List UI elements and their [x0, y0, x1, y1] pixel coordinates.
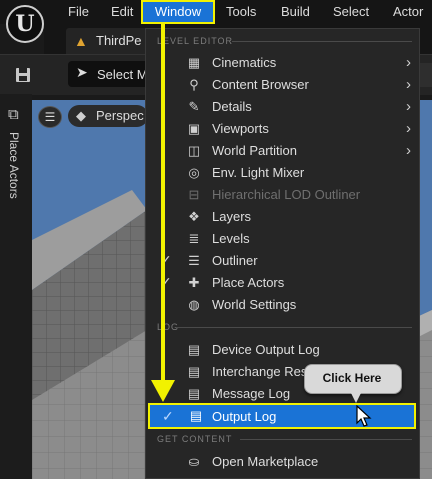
separator [176, 327, 412, 328]
chevron-right-icon: › [406, 120, 411, 137]
cinematics-icon: ▦ [187, 55, 201, 70]
menu-tools[interactable]: Tools [226, 3, 256, 21]
save-icon[interactable] [10, 63, 36, 87]
viewport-menu-icon[interactable]: ☰ [38, 106, 62, 128]
menu-item-label: Levels [212, 231, 250, 246]
menu-item-viewports[interactable]: ▣ Viewports › [146, 118, 419, 140]
layers-icon: ❖ [188, 209, 200, 224]
menu-actor[interactable]: Actor [393, 3, 423, 21]
menu-file[interactable]: File [68, 3, 89, 21]
menu-item-label: Outliner [212, 253, 258, 268]
select-mode-label: Select M [97, 67, 148, 82]
menu-item-label: Open Marketplace [212, 454, 319, 469]
annotation-arrow-line [161, 24, 165, 384]
world-partition-icon: ◫ [187, 143, 201, 158]
cube-icon: ◆ [76, 108, 86, 123]
menu-build[interactable]: Build [281, 3, 310, 21]
message-log-icon: ▤ [187, 386, 201, 401]
menu-item-label: Viewports [212, 121, 269, 136]
menu-item-world-partition[interactable]: ◫ World Partition › [146, 140, 419, 162]
menu-item-cinematics[interactable]: ▦ Cinematics › [146, 52, 419, 74]
menu-item-output-log[interactable]: ✓ ▤ Output Log [148, 403, 416, 429]
cursor-icon: ➤ [76, 64, 88, 80]
device-output-log-icon: ▤ [187, 342, 201, 357]
place-actors-tab-label: Place Actors [7, 132, 21, 199]
details-icon: ✎ [188, 99, 200, 114]
menu-window[interactable]: Window [141, 0, 215, 24]
menu-item-label: Place Actors [212, 275, 285, 290]
outliner-icon: ☰ [188, 253, 200, 268]
menu-item-label: Output Log [212, 409, 277, 424]
callout-label: Click Here [322, 371, 382, 385]
menu-item-outliner[interactable]: ✓ ☰ Outliner [146, 250, 419, 272]
separator [232, 41, 412, 42]
menu-item-device-output-log[interactable]: ▤ Device Output Log [146, 339, 419, 361]
menu-item-place-actors[interactable]: ✓ ✚ Place Actors [146, 272, 419, 294]
annotation-arrow-head [151, 380, 175, 402]
checkmark-icon: ✓ [162, 408, 174, 424]
menu-item-label: Layers [212, 209, 252, 224]
interchange-icon: ▤ [187, 364, 201, 379]
place-actors-icon: ✚ [188, 275, 200, 290]
levels-icon: ≣ [188, 231, 200, 246]
mouse-cursor-icon [356, 405, 372, 427]
marketplace-icon: ⛀ [188, 454, 200, 469]
separator [240, 439, 412, 440]
menu-select[interactable]: Select [333, 3, 369, 21]
menu-item-env-light-mixer[interactable]: ◎ Env. Light Mixer [146, 162, 419, 184]
menu-item-levels[interactable]: ≣ Levels [146, 228, 419, 250]
menu-edit[interactable]: Edit [111, 3, 133, 21]
menu-item-open-marketplace[interactable]: ⛀ Open Marketplace [146, 451, 419, 473]
menu-item-layers[interactable]: ❖ Layers [146, 206, 419, 228]
place-actors-tab[interactable]: Place Actors [4, 132, 28, 212]
viewports-icon: ▣ [187, 121, 201, 136]
light-mixer-icon: ◎ [188, 165, 200, 180]
menu-item-label: Interchange Res [212, 364, 308, 379]
menu-item-world-settings[interactable]: ◍ World Settings [146, 294, 419, 316]
chevron-right-icon: › [406, 98, 411, 115]
menu-item-label: World Settings [212, 297, 297, 312]
chevron-right-icon: › [406, 54, 411, 71]
menu-item-hlod-outliner: ⊟ Hierarchical LOD Outliner [146, 184, 419, 206]
section-get-content: GET CONTENT [157, 434, 233, 444]
menu-item-label: Content Browser [212, 77, 309, 92]
menu-item-details[interactable]: ✎ Details › [146, 96, 419, 118]
level-map-icon: ▲ [74, 33, 88, 49]
menu-item-label: Env. Light Mixer [212, 165, 305, 180]
menu-item-label: Message Log [212, 386, 291, 401]
output-log-icon: ▤ [189, 408, 203, 423]
menu-item-content-browser[interactable]: ⚲ Content Browser › [146, 74, 419, 96]
place-actors-add-icon[interactable]: ⧉ [8, 106, 19, 123]
menu-item-label: World Partition [212, 143, 298, 158]
tab-level-label: ThirdPe [96, 33, 142, 48]
content-browser-icon: ⚲ [189, 77, 199, 92]
menu-item-label: Details [212, 99, 252, 114]
menu-item-label: Device Output Log [212, 342, 320, 357]
section-level-editor: LEVEL EDITOR [157, 36, 234, 46]
chevron-right-icon: › [406, 142, 411, 159]
chevron-right-icon: › [406, 76, 411, 93]
perspective-label: Perspec [96, 108, 144, 123]
callout-tail [350, 391, 362, 403]
world-settings-icon: ◍ [188, 297, 200, 312]
toolbar-edge [418, 63, 432, 87]
hlod-icon: ⊟ [188, 187, 200, 202]
menu-item-label: Hierarchical LOD Outliner [212, 187, 361, 202]
unreal-logo-icon[interactable]: U [6, 5, 44, 43]
menu-item-label: Cinematics [212, 55, 277, 70]
